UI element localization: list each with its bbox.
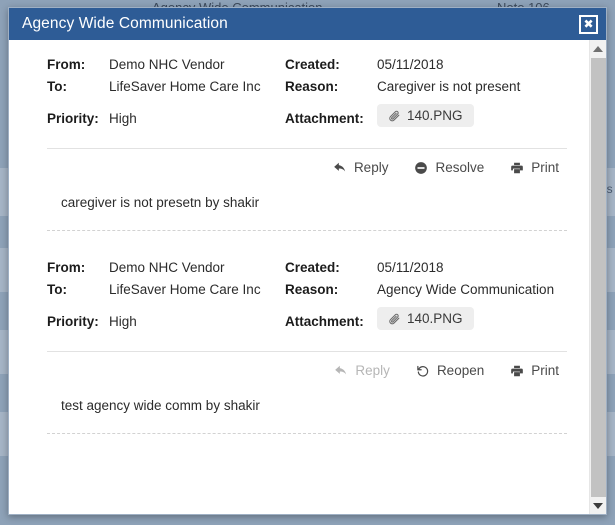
vertical-scrollbar[interactable] bbox=[589, 40, 606, 514]
close-icon[interactable]: ✖ bbox=[579, 14, 598, 34]
reopen-label: Reopen bbox=[436, 363, 485, 378]
attachment-cell: 140.PNG bbox=[377, 98, 567, 128]
priority-value: High bbox=[109, 314, 137, 329]
scrollbar-thumb[interactable] bbox=[591, 58, 606, 508]
chevron-up-icon bbox=[593, 45, 603, 52]
reason-value: Caregiver is not present bbox=[377, 79, 521, 94]
to-label: To: bbox=[47, 79, 67, 94]
from-label: From: bbox=[47, 57, 86, 72]
message-body: test agency wide comm by shakir bbox=[61, 398, 260, 413]
priority-label: Priority: bbox=[47, 111, 99, 126]
message-actions: Reply Reopen Print bbox=[47, 352, 567, 378]
from-value: Demo NHC Vendor bbox=[109, 57, 225, 72]
reply-icon bbox=[333, 161, 347, 175]
reopen-icon bbox=[416, 364, 430, 378]
message-metadata: From: Demo NHC Vendor Created: 05/11/201… bbox=[47, 257, 567, 333]
reason-label: Reason: bbox=[285, 282, 339, 297]
dialog-titlebar: Agency Wide Communication ✖ bbox=[9, 8, 606, 40]
attachment-cell: 140.PNG bbox=[377, 301, 567, 331]
print-button[interactable]: Print bbox=[510, 160, 559, 175]
dialog-title: Agency Wide Communication bbox=[22, 15, 228, 32]
to-label: To: bbox=[47, 282, 67, 297]
from-value: Demo NHC Vendor bbox=[109, 260, 225, 275]
resolve-icon bbox=[414, 161, 428, 175]
priority-label: Priority: bbox=[47, 314, 99, 329]
message-item: From: Demo NHC Vendor Created: 05/11/201… bbox=[47, 257, 567, 436]
print-label: Print bbox=[531, 363, 559, 378]
scroll-down-button[interactable] bbox=[590, 497, 606, 514]
reason-label: Reason: bbox=[285, 79, 339, 94]
attachment-link[interactable]: 140.PNG bbox=[377, 104, 474, 127]
message-metadata: From: Demo NHC Vendor Created: 05/11/201… bbox=[47, 54, 567, 130]
message-actions: Reply Resolve Print bbox=[47, 149, 567, 175]
message-item: From: Demo NHC Vendor Created: 05/11/201… bbox=[47, 54, 567, 233]
reopen-button[interactable]: Reopen bbox=[416, 363, 484, 378]
attachment-link[interactable]: 140.PNG bbox=[377, 307, 474, 330]
to-value: LifeSaver Home Care Inc bbox=[109, 282, 261, 297]
message-end-divider bbox=[47, 433, 567, 434]
priority-value: High bbox=[109, 111, 137, 126]
created-value: 05/11/2018 bbox=[377, 57, 444, 72]
resolve-label: Resolve bbox=[435, 160, 485, 175]
dialog-body: From: Demo NHC Vendor Created: 05/11/201… bbox=[9, 40, 606, 514]
reply-icon bbox=[334, 364, 348, 378]
chevron-down-icon bbox=[593, 502, 603, 509]
attachment-label: Attachment: bbox=[285, 314, 364, 329]
reason-value: Agency Wide Communication bbox=[377, 282, 555, 297]
reply-button: Reply bbox=[334, 363, 390, 378]
message-body: caregiver is not presetn by shakir bbox=[61, 195, 260, 210]
print-label: Print bbox=[531, 160, 559, 175]
paperclip-icon bbox=[388, 109, 401, 123]
message-list: From: Demo NHC Vendor Created: 05/11/201… bbox=[9, 40, 589, 514]
created-label: Created: bbox=[285, 57, 340, 72]
print-button[interactable]: Print bbox=[510, 363, 559, 378]
from-label: From: bbox=[47, 260, 86, 275]
attachment-filename: 140.PNG bbox=[407, 108, 463, 123]
scroll-up-button[interactable] bbox=[590, 40, 606, 57]
print-icon bbox=[510, 364, 524, 378]
attachment-filename: 140.PNG bbox=[407, 311, 463, 326]
reply-label: Reply bbox=[353, 160, 389, 175]
attachment-label: Attachment: bbox=[285, 111, 364, 126]
to-value: LifeSaver Home Care Inc bbox=[109, 79, 261, 94]
created-label: Created: bbox=[285, 260, 340, 275]
reply-button[interactable]: Reply bbox=[333, 160, 389, 175]
created-value: 05/11/2018 bbox=[377, 260, 444, 275]
resolve-button[interactable]: Resolve bbox=[414, 160, 484, 175]
paperclip-icon bbox=[388, 312, 401, 326]
agency-wide-communication-dialog: Agency Wide Communication ✖ From: Demo N… bbox=[8, 7, 607, 515]
message-end-divider bbox=[47, 230, 567, 231]
print-icon bbox=[510, 161, 524, 175]
reply-label: Reply bbox=[355, 363, 390, 378]
